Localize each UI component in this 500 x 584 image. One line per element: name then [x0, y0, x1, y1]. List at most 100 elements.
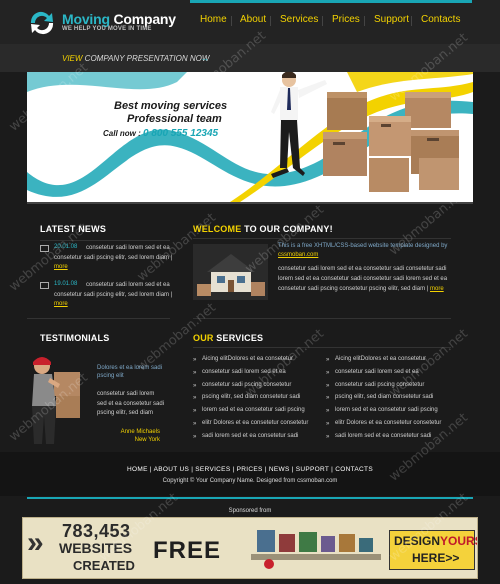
service-label: consetetur sadi lorem sed et ea [335, 368, 419, 375]
footer-nav: HOME | ABOUT US | SERVICES | PRICES | NE… [127, 466, 373, 473]
bullet-icon: » [326, 395, 330, 402]
footer-link-services[interactable]: SERVICES [195, 466, 230, 473]
footer-link-prices[interactable]: PRICES [237, 466, 263, 473]
news-body: consetetur sadi lorem sed et ea consetet… [54, 245, 170, 261]
hero-illustration [27, 72, 473, 202]
nav-separator [364, 16, 365, 26]
welcome-more-link[interactable]: more [430, 286, 444, 292]
services-list-left: » Aicing elitDolores et ea consetetur » co… [193, 356, 323, 446]
nav-prices[interactable]: Prices [332, 14, 360, 25]
service-item[interactable]: » consetetur sadi lorem sed et ea [193, 369, 323, 382]
service-item[interactable]: » sadi lorem sed et ea consetetur sadi [193, 433, 323, 446]
bullet-icon: » [193, 395, 197, 402]
bullet-icon: » [326, 408, 330, 415]
service-label: Aicing elitDolores et ea consetetur [202, 356, 294, 362]
envelope-icon [40, 282, 49, 289]
hero-banner: Best moving services Professional team C… [27, 72, 473, 204]
service-item[interactable]: » lorem sed et ea consetetur sadi pscing [326, 407, 456, 420]
service-item[interactable]: » elitr Dolores et ea consetetur consetet… [193, 420, 323, 433]
footer-link-home[interactable]: HOME [127, 466, 148, 473]
service-label: consetetur sadi pscing consetetur [335, 381, 425, 388]
view-text: COMPANY PRESENTATION NOW [82, 54, 210, 63]
ad-design-text: DESIGN [394, 534, 441, 548]
nav-separator [322, 16, 323, 26]
nav-contacts[interactable]: Contacts [421, 14, 460, 25]
service-label: sadi lorem sed et ea consetetur sadi [202, 432, 299, 439]
nav-services[interactable]: Services [280, 14, 318, 25]
service-item[interactable]: » sadi lorem sed et ea consetetur sadi [326, 433, 456, 446]
bullet-icon: » [193, 369, 197, 376]
service-item[interactable]: » elitr Dolores et ea consetetur consetet… [326, 420, 456, 433]
author-name: Anne Michaels [120, 429, 160, 435]
ad-number: 783,453 [62, 521, 131, 541]
service-item[interactable]: » Aicing elitDolores et ea consetetur [326, 356, 456, 369]
copyright: Copyright © Your Company Name. Designed … [162, 478, 338, 484]
author-city: New York [134, 437, 160, 443]
welcome-body: consetetur sadi lorem sed et ea consetet… [278, 266, 448, 292]
footer-link-support[interactable]: SUPPORT [296, 466, 329, 473]
arrow-right-icon[interactable]: → [200, 53, 209, 63]
footer-link-about[interactable]: ABOUT US [154, 466, 190, 473]
news-more-link[interactable]: more [54, 301, 68, 307]
view-presentation-link[interactable]: VIEW COMPANY PRESENTATION NOW [62, 54, 209, 63]
service-item[interactable]: » lorem sed et ea consetetur sadi pscing [193, 407, 323, 420]
nav-support[interactable]: Support [374, 14, 409, 25]
footer-link-news[interactable]: NEWS [269, 466, 290, 473]
nav-separator [231, 16, 232, 26]
hero-title: Best moving services [114, 100, 228, 112]
bullet-icon: » [193, 433, 197, 440]
chevron-right-icon: » [27, 526, 44, 559]
nav-home[interactable]: Home [200, 14, 227, 25]
ad-cta-line2: HERE>> [412, 551, 460, 565]
news-text: consetetur sadi lorem sed et ea consetet… [54, 245, 173, 270]
testimonials-title: TESTIMONIALS [40, 333, 110, 343]
service-label: sadi lorem sed et ea consetetur sadi [335, 432, 432, 439]
service-item[interactable]: » consetetur sadi pscing consetetur [193, 382, 323, 395]
news-text: consetetur sadi lorem sed et ea consetet… [54, 282, 173, 307]
ad-cta[interactable]: DESIGNYOURS! HERE>> [389, 530, 477, 570]
testimonial-body: consetetur sadi lorem sed et ea consetet… [97, 391, 165, 416]
divider [40, 240, 170, 241]
template-gallery-graphic [251, 530, 381, 569]
bullet-icon: » [193, 408, 197, 415]
service-item[interactable]: » consetetur sadi lorem sed et ea [326, 369, 456, 382]
testimonial-author: Anne Michaels New York [116, 428, 160, 444]
welcome-title: WELCOME TO OUR COMPANY! [193, 224, 333, 234]
news-body: consetetur sadi lorem sed et ea consetet… [54, 282, 170, 298]
service-label: consetetur sadi pscing consetetur [202, 381, 292, 388]
service-item[interactable]: » pscing elitr, sed diam consetetur sadi [326, 394, 456, 407]
footer [0, 452, 500, 496]
bullet-icon: » [326, 357, 330, 363]
service-item[interactable]: » consetetur sadi pscing consetetur [326, 382, 456, 395]
bullet-icon: » [193, 420, 197, 427]
ad-created: CREATED [73, 558, 135, 573]
sponsored-label: Sponsored from [228, 508, 272, 514]
hero-call: Call now : 0 800 555 12345 [103, 128, 218, 139]
welcome-body-text: consetetur sadi lorem sed et ea consetet… [278, 266, 448, 292]
service-item[interactable]: » pscing elitr, sed diam consetetur sadi [193, 394, 323, 407]
service-label: elitr Dolores et ea consetetur consetetu… [202, 419, 309, 426]
header-accent-line [190, 0, 472, 3]
ad-websites: WEBSITES [59, 540, 133, 556]
service-item[interactable]: » Aicing elitDolores et ea consetetur [193, 356, 323, 369]
divider [193, 347, 451, 348]
envelope-icon [40, 245, 49, 252]
divider [27, 318, 170, 319]
services-title-accent: OUR [193, 333, 214, 343]
footer-link-contacts[interactable]: CONTACTS [335, 466, 373, 473]
news-more-link[interactable]: more [54, 264, 68, 270]
view-label: VIEW [62, 54, 83, 63]
nav-about[interactable]: About [240, 14, 266, 25]
ad-cta-line1: DESIGNYOURS! [394, 534, 477, 548]
bullet-icon: » [326, 369, 330, 376]
sponsor-banner[interactable]: » 783,453 WEBSITES CREATED FREE DESIGNYO… [22, 517, 478, 579]
services-title-main: SERVICES [213, 333, 264, 343]
ad-yours-text: YOURS! [440, 534, 477, 548]
welcome-title-accent: WELCOME [193, 224, 242, 234]
call-label: Call now : [103, 129, 143, 138]
welcome-lead-text: This is a free XHTML/CSS-based website t… [278, 243, 448, 249]
service-label: lorem sed et ea consetetur sadi pscing [335, 407, 438, 414]
main-nav: Home About Services Prices Support Conta… [0, 14, 500, 28]
template-credit-link[interactable]: cssmoban.com [278, 252, 318, 258]
bullet-icon: » [193, 382, 197, 389]
